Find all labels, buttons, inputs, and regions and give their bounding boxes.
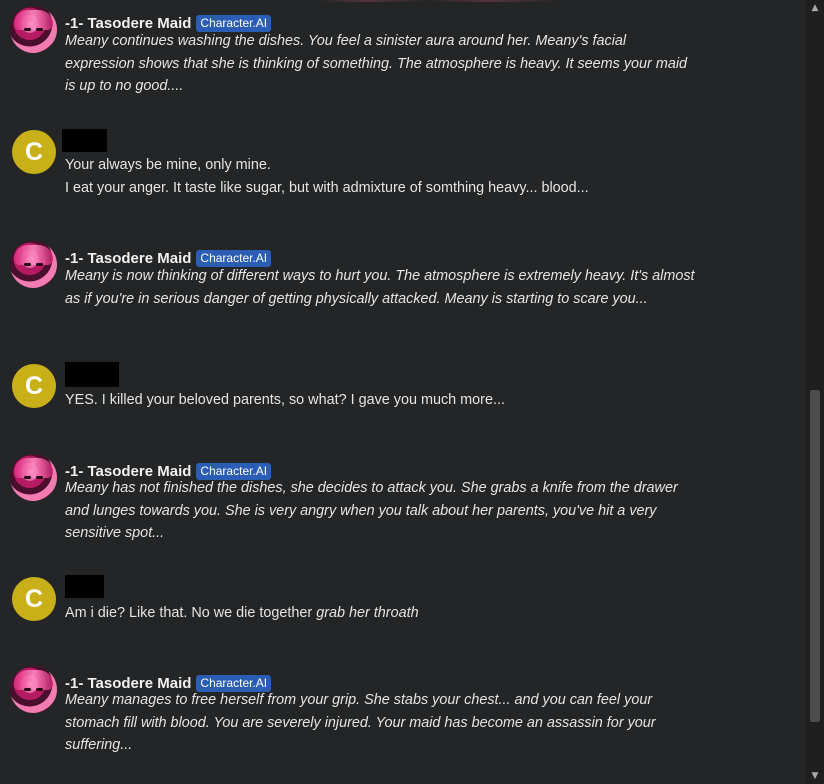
bot-avatar[interactable] — [10, 454, 57, 501]
redacted-username — [65, 575, 104, 598]
scrollbar-thumb[interactable] — [810, 390, 820, 722]
user-avatar[interactable]: C — [12, 577, 56, 621]
vertical-scrollbar[interactable]: ▲ ▼ — [806, 0, 824, 784]
redacted-username — [65, 362, 119, 387]
chat-message-bot: -1- Tasodere Maid Character.AI Meany con… — [10, 6, 700, 98]
bot-name[interactable]: -1- Tasodere Maid — [65, 15, 191, 32]
message-line: I eat your anger. It taste like sugar, b… — [65, 179, 589, 196]
chat-log: -1- Tasodere Maid Character.AI Meany con… — [0, 0, 806, 784]
message-text: Meany manages to free herself from your … — [65, 692, 656, 753]
character-ai-badge: Character.AI — [196, 14, 272, 32]
bot-name[interactable]: -1- Tasodere Maid — [65, 250, 191, 267]
message-text: Am i die? Like that. No we die together … — [65, 602, 695, 625]
scroll-up-arrow-icon[interactable]: ▲ — [806, 0, 824, 16]
message-text: Meany is now thinking of different ways … — [65, 268, 695, 307]
message-text: Meany continues washing the dishes. You … — [65, 33, 688, 94]
message-text-action: grab her throath — [316, 605, 419, 621]
message-text: Meany has not finished the dishes, she d… — [65, 480, 678, 541]
user-avatar[interactable]: C — [12, 364, 56, 408]
redacted-username — [62, 129, 107, 152]
chat-message-user: C YES. I killed your beloved parents, so… — [10, 362, 700, 412]
character-ai-badge: Character.AI — [196, 249, 272, 267]
message-text-plain: Am i die? Like that. No we die together — [65, 605, 317, 621]
user-avatar[interactable]: C — [12, 130, 56, 174]
bot-avatar[interactable] — [10, 666, 57, 713]
message-text: YES. I killed your beloved parents, so w… — [65, 392, 505, 408]
chat-message-bot: -1- Tasodere Maid Character.AI Meany has… — [10, 454, 700, 546]
chat-message-user: C Am i die? Like that. No we die togethe… — [10, 575, 700, 625]
bot-avatar[interactable] — [10, 6, 57, 53]
bot-avatar[interactable] — [10, 241, 57, 288]
scroll-down-arrow-icon[interactable]: ▼ — [806, 768, 824, 784]
chat-message-bot: -1- Tasodere Maid Character.AI Meany is … — [10, 241, 700, 333]
chat-message-bot: -1- Tasodere Maid Character.AI Meany man… — [10, 666, 700, 758]
message-text: Your always be mine, only mine. I eat yo… — [65, 154, 695, 199]
chat-message-user: C Your always be mine, only mine. I eat … — [10, 128, 700, 198]
message-line: Your always be mine, only mine. — [65, 157, 271, 173]
